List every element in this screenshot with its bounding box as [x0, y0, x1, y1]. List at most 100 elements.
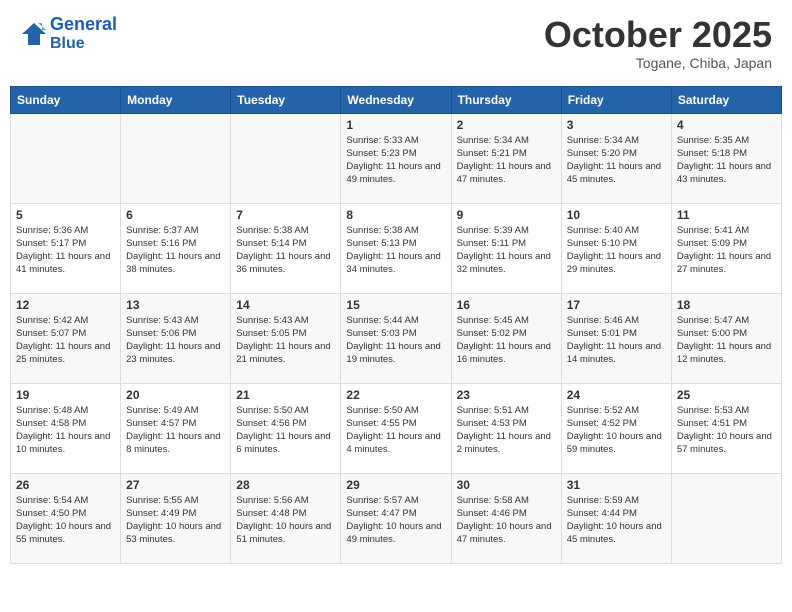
day-number: 19	[16, 388, 115, 402]
day-info: Sunrise: 5:39 AMSunset: 5:11 PMDaylight:…	[457, 224, 556, 277]
day-info: Sunrise: 5:49 AMSunset: 4:57 PMDaylight:…	[126, 404, 225, 457]
week-row-5: 26Sunrise: 5:54 AMSunset: 4:50 PMDayligh…	[11, 473, 782, 563]
day-info: Sunrise: 5:43 AMSunset: 5:05 PMDaylight:…	[236, 314, 335, 367]
weekday-friday: Friday	[561, 86, 671, 113]
calendar-cell: 27 Sunrise: 5:55 AMSunset: 4:49 PMDayligh…	[121, 473, 231, 563]
day-number: 4	[677, 118, 776, 132]
day-info: Sunrise: 5:41 AMSunset: 5:09 PMDaylight:…	[677, 224, 776, 277]
day-number: 10	[567, 208, 666, 222]
calendar-cell	[231, 113, 341, 203]
day-number: 3	[567, 118, 666, 132]
calendar-cell: 31 Sunrise: 5:59 AMSunset: 4:44 PMDayligh…	[561, 473, 671, 563]
calendar-cell: 17 Sunrise: 5:46 AMSunset: 5:01 PMDayligh…	[561, 293, 671, 383]
calendar-cell: 2 Sunrise: 5:34 AMSunset: 5:21 PMDaylight…	[451, 113, 561, 203]
calendar-cell: 26Sunrise: 5:54 AMSunset: 4:50 PMDayligh…	[11, 473, 121, 563]
logo-text: General Blue	[50, 15, 117, 52]
weekday-monday: Monday	[121, 86, 231, 113]
day-number: 14	[236, 298, 335, 312]
day-number: 7	[236, 208, 335, 222]
calendar-cell: 12Sunrise: 5:42 AMSunset: 5:07 PMDayligh…	[11, 293, 121, 383]
day-info: Sunrise: 5:37 AMSunset: 5:16 PMDaylight:…	[126, 224, 225, 277]
calendar-cell	[671, 473, 781, 563]
day-info: Sunrise: 5:52 AMSunset: 4:52 PMDaylight:…	[567, 404, 666, 457]
day-info: Sunrise: 5:46 AMSunset: 5:01 PMDaylight:…	[567, 314, 666, 367]
day-info: Sunrise: 5:57 AMSunset: 4:47 PMDaylight:…	[346, 494, 445, 547]
month-title: October 2025	[544, 15, 772, 55]
day-number: 24	[567, 388, 666, 402]
calendar-cell: 3 Sunrise: 5:34 AMSunset: 5:20 PMDaylight…	[561, 113, 671, 203]
day-number: 5	[16, 208, 115, 222]
day-info: Sunrise: 5:34 AMSunset: 5:20 PMDaylight:…	[567, 134, 666, 187]
day-info: Sunrise: 5:50 AMSunset: 4:56 PMDaylight:…	[236, 404, 335, 457]
week-row-3: 12Sunrise: 5:42 AMSunset: 5:07 PMDayligh…	[11, 293, 782, 383]
day-number: 1	[346, 118, 445, 132]
calendar-cell: 1 Sunrise: 5:33 AMSunset: 5:23 PMDaylight…	[341, 113, 451, 203]
day-info: Sunrise: 5:51 AMSunset: 4:53 PMDaylight:…	[457, 404, 556, 457]
weekday-thursday: Thursday	[451, 86, 561, 113]
calendar-cell: 5 Sunrise: 5:36 AMSunset: 5:17 PMDaylight…	[11, 203, 121, 293]
calendar-cell: 28Sunrise: 5:56 AMSunset: 4:48 PMDayligh…	[231, 473, 341, 563]
day-info: Sunrise: 5:48 AMSunset: 4:58 PMDaylight:…	[16, 404, 115, 457]
calendar-cell: 18 Sunrise: 5:47 AMSunset: 5:00 PMDayligh…	[671, 293, 781, 383]
location: Togane, Chiba, Japan	[544, 55, 772, 71]
weekday-tuesday: Tuesday	[231, 86, 341, 113]
day-number: 9	[457, 208, 556, 222]
title-area: October 2025 Togane, Chiba, Japan	[544, 15, 772, 71]
day-info: Sunrise: 5:45 AMSunset: 5:02 PMDaylight:…	[457, 314, 556, 367]
day-info: Sunrise: 5:59 AMSunset: 4:44 PMDaylight:…	[567, 494, 666, 547]
day-number: 2	[457, 118, 556, 132]
day-number: 29	[346, 478, 445, 492]
day-info: Sunrise: 5:34 AMSunset: 5:21 PMDaylight:…	[457, 134, 556, 187]
day-info: Sunrise: 5:33 AMSunset: 5:23 PMDaylight:…	[346, 134, 445, 187]
day-number: 18	[677, 298, 776, 312]
calendar-cell: 7 Sunrise: 5:38 AMSunset: 5:14 PMDaylight…	[231, 203, 341, 293]
day-info: Sunrise: 5:35 AMSunset: 5:18 PMDaylight:…	[677, 134, 776, 187]
day-number: 30	[457, 478, 556, 492]
day-number: 23	[457, 388, 556, 402]
day-info: Sunrise: 5:54 AMSunset: 4:50 PMDaylight:…	[16, 494, 115, 547]
calendar-cell: 13Sunrise: 5:43 AMSunset: 5:06 PMDayligh…	[121, 293, 231, 383]
calendar-cell: 25 Sunrise: 5:53 AMSunset: 4:51 PMDayligh…	[671, 383, 781, 473]
logo: General Blue	[20, 15, 117, 52]
calendar-cell: 24 Sunrise: 5:52 AMSunset: 4:52 PMDayligh…	[561, 383, 671, 473]
day-info: Sunrise: 5:53 AMSunset: 4:51 PMDaylight:…	[677, 404, 776, 457]
day-number: 11	[677, 208, 776, 222]
calendar-cell: 15 Sunrise: 5:44 AMSunset: 5:03 PMDayligh…	[341, 293, 451, 383]
day-info: Sunrise: 5:43 AMSunset: 5:06 PMDaylight:…	[126, 314, 225, 367]
calendar-cell: 10Sunrise: 5:40 AMSunset: 5:10 PMDayligh…	[561, 203, 671, 293]
day-number: 6	[126, 208, 225, 222]
day-info: Sunrise: 5:47 AMSunset: 5:00 PMDaylight:…	[677, 314, 776, 367]
day-info: Sunrise: 5:36 AMSunset: 5:17 PMDaylight:…	[16, 224, 115, 277]
day-info: Sunrise: 5:44 AMSunset: 5:03 PMDaylight:…	[346, 314, 445, 367]
calendar-cell: 8 Sunrise: 5:38 AMSunset: 5:13 PMDaylight…	[341, 203, 451, 293]
day-number: 25	[677, 388, 776, 402]
week-row-1: 1 Sunrise: 5:33 AMSunset: 5:23 PMDaylight…	[11, 113, 782, 203]
calendar-cell	[11, 113, 121, 203]
calendar-cell: 20Sunrise: 5:49 AMSunset: 4:57 PMDayligh…	[121, 383, 231, 473]
week-row-2: 5 Sunrise: 5:36 AMSunset: 5:17 PMDaylight…	[11, 203, 782, 293]
day-number: 27	[126, 478, 225, 492]
logo-blue: Blue	[50, 35, 117, 53]
weekday-header-row: SundayMondayTuesdayWednesdayThursdayFrid…	[11, 86, 782, 113]
day-number: 31	[567, 478, 666, 492]
day-info: Sunrise: 5:42 AMSunset: 5:07 PMDaylight:…	[16, 314, 115, 367]
calendar-cell: 23 Sunrise: 5:51 AMSunset: 4:53 PMDayligh…	[451, 383, 561, 473]
day-number: 16	[457, 298, 556, 312]
logo-icon	[20, 20, 48, 48]
day-info: Sunrise: 5:56 AMSunset: 4:48 PMDaylight:…	[236, 494, 335, 547]
calendar-table: SundayMondayTuesdayWednesdayThursdayFrid…	[10, 86, 782, 564]
day-number: 15	[346, 298, 445, 312]
calendar-cell: 19 Sunrise: 5:48 AMSunset: 4:58 PMDayligh…	[11, 383, 121, 473]
day-info: Sunrise: 5:38 AMSunset: 5:13 PMDaylight:…	[346, 224, 445, 277]
logo-general: General	[50, 14, 117, 34]
weekday-saturday: Saturday	[671, 86, 781, 113]
calendar-cell: 16 Sunrise: 5:45 AMSunset: 5:02 PMDayligh…	[451, 293, 561, 383]
calendar-cell: 11 Sunrise: 5:41 AMSunset: 5:09 PMDayligh…	[671, 203, 781, 293]
day-info: Sunrise: 5:55 AMSunset: 4:49 PMDaylight:…	[126, 494, 225, 547]
day-number: 8	[346, 208, 445, 222]
day-info: Sunrise: 5:58 AMSunset: 4:46 PMDaylight:…	[457, 494, 556, 547]
day-number: 17	[567, 298, 666, 312]
day-info: Sunrise: 5:38 AMSunset: 5:14 PMDaylight:…	[236, 224, 335, 277]
calendar-cell: 14 Sunrise: 5:43 AMSunset: 5:05 PMDayligh…	[231, 293, 341, 383]
weekday-sunday: Sunday	[11, 86, 121, 113]
